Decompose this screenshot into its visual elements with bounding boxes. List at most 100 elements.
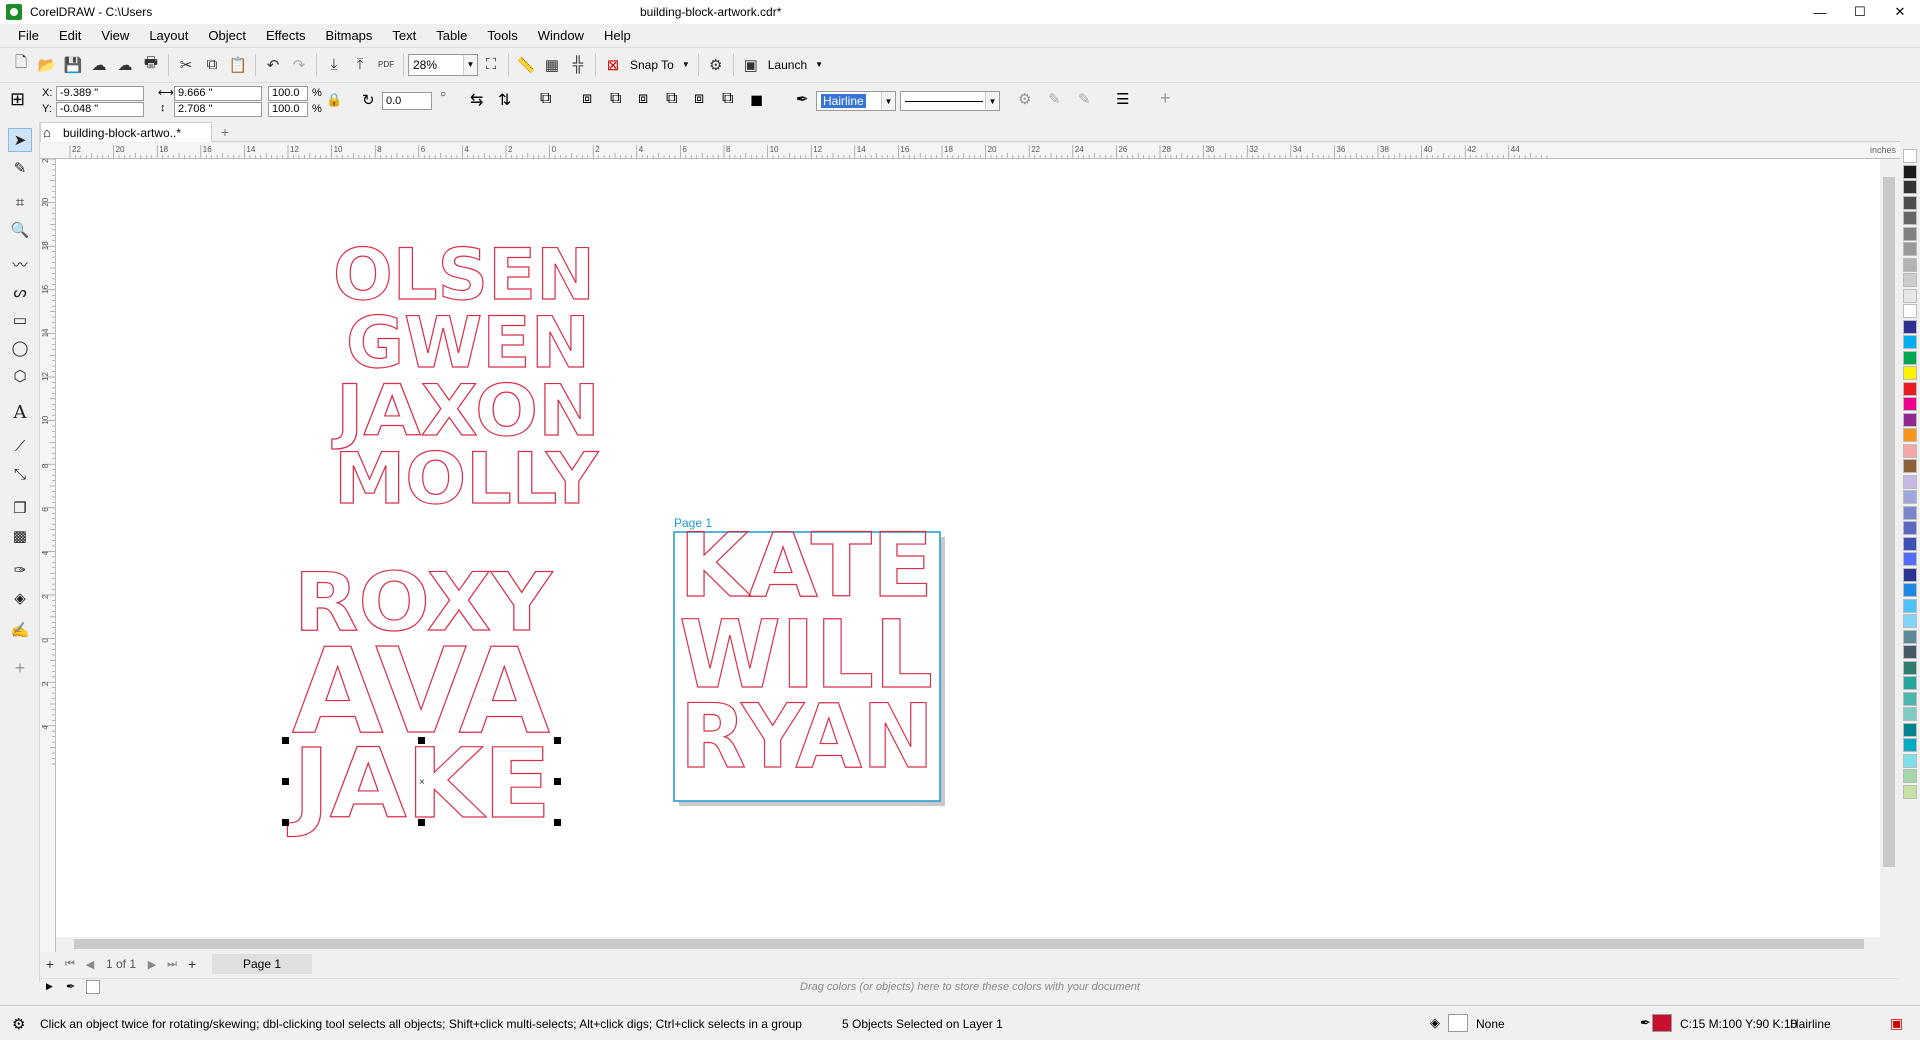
- palette-swatch[interactable]: [1903, 722, 1917, 737]
- polygon-tool-icon[interactable]: ⬡: [8, 364, 32, 388]
- palette-swatch[interactable]: [1903, 304, 1917, 318]
- mirror-vertical-icon[interactable]: ⇅: [498, 90, 511, 110]
- name-molly[interactable]: MOLLY: [333, 437, 600, 520]
- text-tool-icon[interactable]: A: [8, 400, 32, 424]
- horizontal-scroll-thumb[interactable]: [74, 939, 1864, 949]
- name-group-1[interactable]: OLSEN GWEN JAXON MOLLY: [331, 233, 600, 520]
- interactive-fill-icon[interactable]: ◈: [8, 586, 32, 610]
- palette-swatch[interactable]: [1903, 629, 1917, 644]
- palette-swatch[interactable]: [1903, 164, 1917, 179]
- new-document-icon[interactable]: 🗋: [8, 52, 34, 78]
- first-page-icon[interactable]: ⏮: [60, 954, 80, 974]
- width-field[interactable]: 9.666 ": [174, 86, 262, 101]
- maximize-button[interactable]: ☐: [1840, 0, 1880, 24]
- menu-layout[interactable]: Layout: [139, 28, 198, 43]
- rotation-angle-field[interactable]: 0.0: [382, 92, 432, 110]
- menu-window[interactable]: Window: [528, 28, 594, 43]
- palette-swatch[interactable]: [1903, 412, 1917, 427]
- palette-swatch[interactable]: [1903, 614, 1917, 628]
- scale-y-field[interactable]: 100.0: [268, 102, 308, 117]
- status-settings-icon[interactable]: ⚙: [12, 1015, 25, 1033]
- color-eyedropper-icon[interactable]: ✑: [8, 558, 32, 582]
- palette-swatch[interactable]: [1903, 195, 1917, 210]
- palette-swatch[interactable]: [1903, 443, 1917, 458]
- publish-pdf-icon[interactable]: PDF: [373, 52, 399, 78]
- zoom-tool-icon[interactable]: 🔍: [8, 218, 32, 242]
- open-icon[interactable]: 📂: [34, 52, 60, 78]
- copy-icon[interactable]: ⧉: [199, 52, 225, 78]
- show-rulers-icon[interactable]: 📏: [513, 52, 539, 78]
- freehand-tool-icon[interactable]: 〰: [8, 252, 32, 276]
- parallel-dimension-icon[interactable]: ⟋: [8, 434, 32, 458]
- undo-icon[interactable]: ↶: [260, 52, 286, 78]
- menu-edit[interactable]: Edit: [49, 28, 91, 43]
- palette-swatch[interactable]: [1903, 257, 1917, 272]
- palette-swatch[interactable]: [1903, 474, 1917, 489]
- color-proof-icon[interactable]: ▣: [1890, 1015, 1903, 1032]
- zoom-level-combo[interactable]: 28% ▼: [408, 53, 478, 76]
- import-icon[interactable]: ⤓: [321, 52, 347, 78]
- fill-none-swatch[interactable]: [1448, 1014, 1468, 1032]
- menu-tools[interactable]: Tools: [477, 28, 527, 43]
- last-page-icon[interactable]: ⏭: [162, 954, 182, 974]
- line-style-combo[interactable]: ▼: [900, 91, 1000, 111]
- palette-swatch[interactable]: [1903, 784, 1917, 799]
- cloud-open-icon[interactable]: ☁: [86, 52, 112, 78]
- palette-swatch[interactable]: [1903, 226, 1917, 241]
- palette-swatch[interactable]: [1903, 691, 1917, 706]
- selection-handle[interactable]: [554, 737, 561, 744]
- trace-bitmap-icon[interactable]: ✎: [1048, 90, 1061, 108]
- menu-bitmaps[interactable]: Bitmaps: [315, 28, 382, 43]
- shape-tool-icon[interactable]: ✎: [8, 156, 32, 180]
- previous-page-icon[interactable]: ◀: [80, 954, 100, 974]
- name-ryan[interactable]: RYAN: [679, 684, 934, 788]
- palette-swatch[interactable]: [1903, 567, 1917, 582]
- palette-swatch[interactable]: [1903, 428, 1917, 442]
- close-button[interactable]: ✕: [1880, 0, 1920, 24]
- pick-tool-icon[interactable]: ➤: [8, 128, 32, 152]
- palette-swatch[interactable]: [1903, 598, 1917, 613]
- options-gear-icon[interactable]: ⚙: [703, 52, 729, 78]
- vertical-ruler[interactable]: 222018161412108642024: [40, 159, 56, 959]
- palette-swatch[interactable]: [1903, 397, 1917, 411]
- chevron-down-icon[interactable]: ▼: [985, 92, 999, 110]
- palette-swatch[interactable]: [1903, 505, 1917, 520]
- align-distribute-icon[interactable]: ☰: [1116, 90, 1129, 108]
- document-palette[interactable]: ▶ ✒ Drag colors (or objects) here to sto…: [40, 978, 1900, 996]
- export-icon[interactable]: ⤒: [347, 52, 373, 78]
- palette-swatch[interactable]: [1903, 381, 1917, 396]
- show-grid-icon[interactable]: ▦: [539, 52, 565, 78]
- menu-effects[interactable]: Effects: [256, 28, 316, 43]
- palette-swatch[interactable]: [1903, 288, 1917, 303]
- ellipse-tool-icon[interactable]: ◯: [8, 336, 32, 360]
- height-field[interactable]: 2.708 ": [174, 102, 262, 117]
- outline-pen-icon[interactable]: ✒: [796, 90, 809, 108]
- transparency-tool-icon[interactable]: ▩: [8, 524, 32, 548]
- smart-fill-icon[interactable]: ✍: [8, 618, 32, 642]
- document-tab[interactable]: ⌂ building-block-artwo..*: [40, 122, 212, 142]
- palette-swatch[interactable]: [1903, 753, 1917, 768]
- selection-handle[interactable]: [418, 737, 425, 744]
- menu-object[interactable]: Object: [198, 28, 256, 43]
- palette-swatch[interactable]: [1903, 350, 1917, 365]
- palette-swatch[interactable]: [1903, 552, 1917, 566]
- quick-trace-icon[interactable]: ✎: [1078, 90, 1091, 108]
- selection-center-icon[interactable]: ×: [419, 777, 425, 788]
- drop-shadow-icon[interactable]: ❐: [8, 496, 32, 520]
- x-position-field[interactable]: -9.389 ": [56, 86, 144, 101]
- palette-swatch[interactable]: [1903, 660, 1917, 675]
- simplify-icon[interactable]: ⧉: [666, 90, 677, 108]
- minimize-button[interactable]: —: [1800, 0, 1840, 24]
- paste-icon[interactable]: 📋: [225, 52, 251, 78]
- palette-swatch[interactable]: [1903, 149, 1917, 163]
- palette-swatch[interactable]: [1903, 645, 1917, 659]
- palette-swatch[interactable]: [1903, 366, 1917, 380]
- palette-swatch[interactable]: [1903, 335, 1917, 349]
- horizontal-ruler[interactable]: 22 20 18 16 14 12 10 8 6 4 2 0 2 4 6 8 10 12 14 16 18 20 22 24 2…: [40, 143, 1900, 159]
- print-icon[interactable]: 🖶: [138, 52, 164, 78]
- show-guidelines-icon[interactable]: ╬: [565, 52, 591, 78]
- cut-icon[interactable]: ✂: [173, 52, 199, 78]
- palette-swatch[interactable]: [1903, 180, 1917, 194]
- add-property-icon[interactable]: +: [1160, 88, 1171, 109]
- full-screen-preview-icon[interactable]: ⛶: [478, 52, 504, 78]
